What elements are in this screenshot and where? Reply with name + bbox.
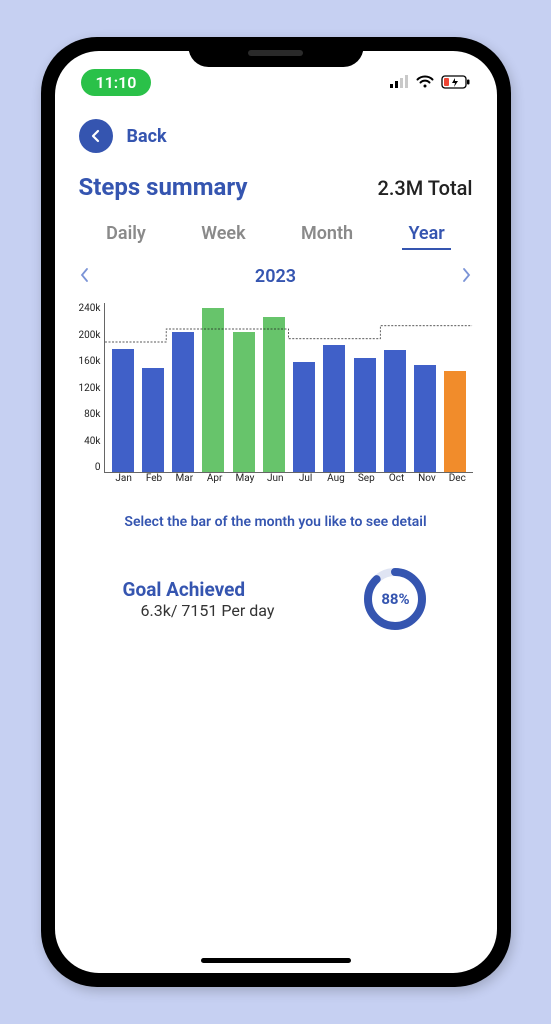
battery-charging-icon [441, 75, 471, 89]
chart-x-tick: May [234, 473, 256, 484]
status-time: 11:10 [81, 69, 152, 96]
chart-bar-feb[interactable] [142, 368, 164, 472]
back-label: Back [127, 126, 167, 147]
home-indicator [201, 958, 351, 963]
chart-x-tick: Jul [295, 473, 317, 484]
chart-x-axis: Jan Feb Mar Apr May Jun Jul Aug Sep Oct Nov Dec [79, 473, 473, 484]
chart-bar-jul[interactable] [293, 362, 315, 473]
chevron-right-icon [460, 267, 472, 283]
prev-period-button[interactable] [79, 267, 91, 287]
chart-x-tick: Dec [446, 473, 468, 484]
goal-progress-ring: 88% [362, 566, 428, 632]
chart-bar-jun[interactable] [263, 317, 285, 472]
status-icons [389, 75, 471, 89]
chart-y-tick: 240k [79, 303, 101, 314]
chart-y-tick: 0 [95, 462, 101, 473]
goal-percent-label: 88% [362, 566, 428, 632]
chart-bar-sep[interactable] [354, 358, 376, 472]
chevron-left-icon [89, 129, 103, 143]
chart-y-tick: 120k [79, 383, 101, 394]
chevron-left-icon [79, 267, 91, 283]
chart-x-tick: Aug [325, 473, 347, 484]
title-row: Steps summary 2.3M Total [55, 163, 497, 219]
tab-daily[interactable]: Daily [100, 219, 152, 250]
chart-x-tick: Oct [386, 473, 408, 484]
tab-month[interactable]: Month [295, 219, 359, 250]
goal-text: Goal Achieved 6.3k/ 7151 Per day [123, 578, 275, 620]
chart-bar-dec[interactable] [444, 371, 466, 472]
period-label: 2023 [255, 266, 296, 287]
chart-bar-aug[interactable] [323, 345, 345, 472]
chart-y-tick: 200k [79, 330, 101, 341]
chart-y-tick: 40k [84, 436, 100, 447]
goal-subtitle: 6.3k/ 7151 Per day [123, 601, 275, 620]
chart-x-tick: Nov [416, 473, 438, 484]
chart-x-tick: Sep [355, 473, 377, 484]
total-value: 2.3M Total [377, 176, 472, 200]
next-period-button[interactable] [460, 267, 472, 287]
chart-bar-oct[interactable] [384, 350, 406, 472]
cellular-icon [389, 75, 409, 89]
page-title: Steps summary [79, 173, 248, 201]
chart-bar-may[interactable] [233, 332, 255, 472]
chart-x-tick: Feb [143, 473, 165, 484]
chart-bar-jan[interactable] [112, 349, 134, 472]
back-row: Back [55, 99, 497, 163]
back-button[interactable] [79, 119, 113, 153]
chart-bar-nov[interactable] [414, 365, 436, 472]
phone-notch [188, 37, 363, 67]
phone-frame: 11:10 [41, 37, 511, 987]
chart-bar-apr[interactable] [202, 308, 224, 472]
chart-x-tick: Jan [113, 473, 135, 484]
tab-year[interactable]: Year [402, 219, 450, 250]
chart-bar-mar[interactable] [172, 332, 194, 472]
chart-y-tick: 160k [79, 356, 101, 367]
chart: 240k200k160k120k80k40k0 JanFebMarAprMayJ… [55, 303, 497, 490]
goal-row: Goal Achieved 6.3k/ 7151 Per day 88% [55, 560, 497, 638]
chart-x-tick: Jun [264, 473, 286, 484]
period-nav: 2023 [55, 266, 497, 303]
chart-plot [104, 303, 472, 473]
chart-hint: Select the bar of the month you like to … [55, 490, 497, 560]
chart-y-tick: 80k [84, 409, 100, 420]
chart-x-tick: Mar [173, 473, 195, 484]
screen: 11:10 [55, 51, 497, 973]
chart-x-tick: Apr [204, 473, 226, 484]
goal-title: Goal Achieved [123, 578, 275, 601]
wifi-icon [415, 75, 435, 89]
chart-y-axis: 240k 200k 160k 120k 80k 40k 0 [79, 303, 105, 473]
tab-week[interactable]: Week [195, 219, 251, 250]
tabs: Daily Week Month Year [55, 219, 497, 266]
